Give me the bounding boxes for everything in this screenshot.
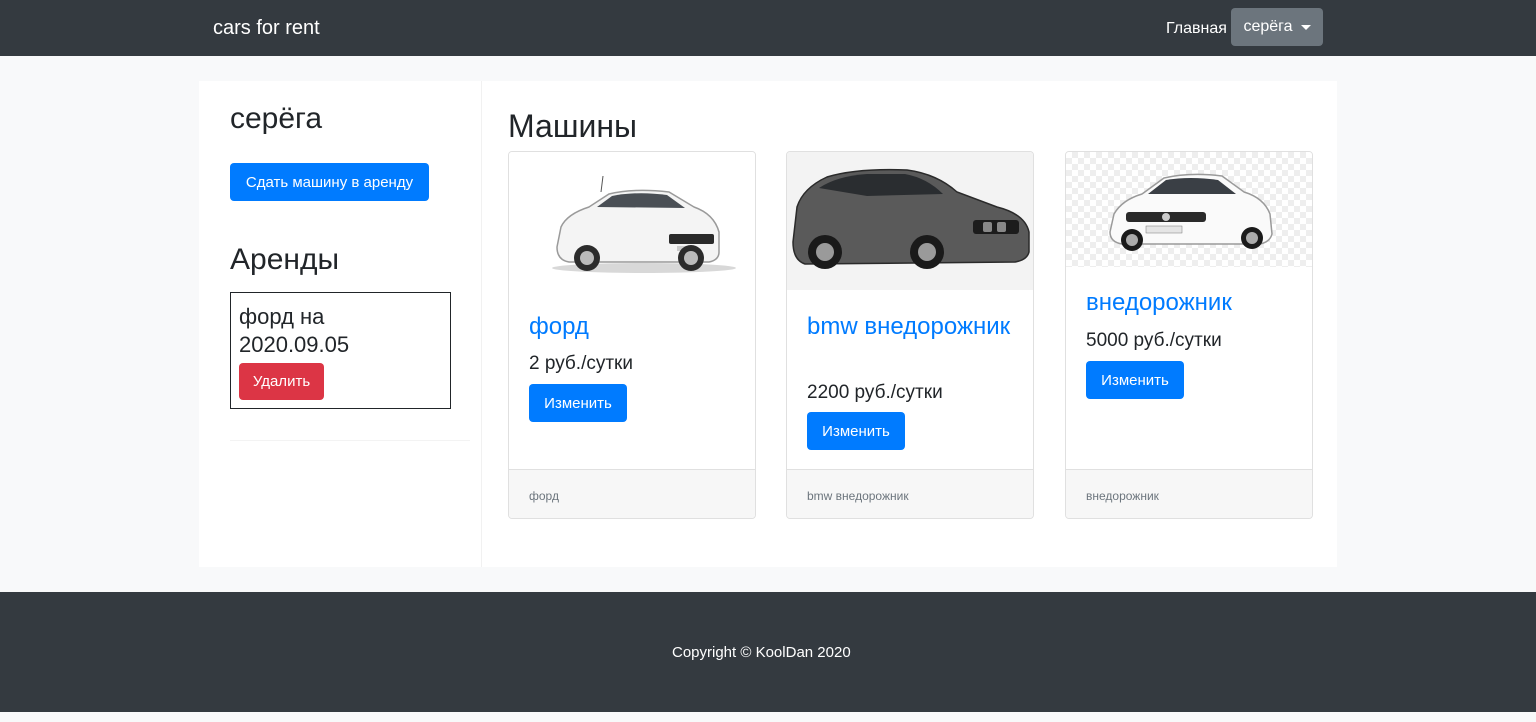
rents-heading: Аренды [230,243,340,276]
profile-name: серёга [230,102,323,135]
user-menu-button[interactable]: серёга [1231,8,1323,46]
delete-rent-button[interactable]: Удалить [239,363,324,400]
car-price: 2200 руб./сутки [807,382,943,403]
car-image[interactable] [1066,152,1312,267]
card-footer: форд [509,469,755,518]
rent-out-car-button[interactable]: Сдать машину в аренду [230,163,429,201]
card-footer: bmw внедорожник [787,469,1033,518]
card-footer-text: bmw внедорожник [807,489,909,503]
site-footer: Copyright © KoolDan 2020 [0,592,1536,712]
ford-car-image [552,175,736,273]
brand-link[interactable]: cars for rent [213,17,320,40]
edit-car-button[interactable]: Изменить [807,412,905,450]
car-title-link[interactable]: форд [529,312,739,341]
car-price: 5000 руб./сутки [1086,330,1222,351]
card-footer-text: внедорожник [1086,489,1159,503]
car-title-link[interactable]: внедорожник [1086,288,1296,317]
mercedes-car-image [1109,173,1273,251]
bmw-car-image [792,168,1030,269]
rent-item-text: форд на 2020.09.05 [239,304,350,357]
content-container: серёга Сдать машину в аренду Аренды форд… [199,81,1337,567]
cars-section: Машины форд 2 руб./сутки Изменить форд b… [508,81,1328,567]
car-card: форд 2 руб./сутки Изменить форд [508,151,756,519]
sidebar-divider [230,440,470,441]
card-footer-text: форд [529,489,559,503]
card-footer: внедорожник [1066,469,1312,518]
edit-car-button[interactable]: Изменить [529,384,627,422]
cars-heading: Машины [508,108,638,144]
copyright-text: Copyright © KoolDan 2020 [672,644,851,661]
car-image[interactable] [787,152,1033,290]
edit-car-button[interactable]: Изменить [1086,361,1184,399]
car-image[interactable] [509,152,755,292]
nav-home-link[interactable]: Главная [1166,20,1227,38]
user-menu-label: серёга [1243,18,1293,35]
car-price: 2 руб./сутки [529,353,633,374]
sidebar: серёга Сдать машину в аренду Аренды форд… [199,81,482,567]
car-card: внедорожник 5000 руб./сутки Изменить вне… [1065,151,1313,519]
navbar: cars for rent Главная серёга [0,0,1536,56]
car-title-link[interactable]: bmw внедорожник [807,312,1017,341]
caret-down-icon [1300,24,1311,30]
rent-item: форд на 2020.09.05 Удалить [230,292,451,409]
car-card: bmw внедорожник 2200 руб./сутки Изменить… [786,151,1034,519]
